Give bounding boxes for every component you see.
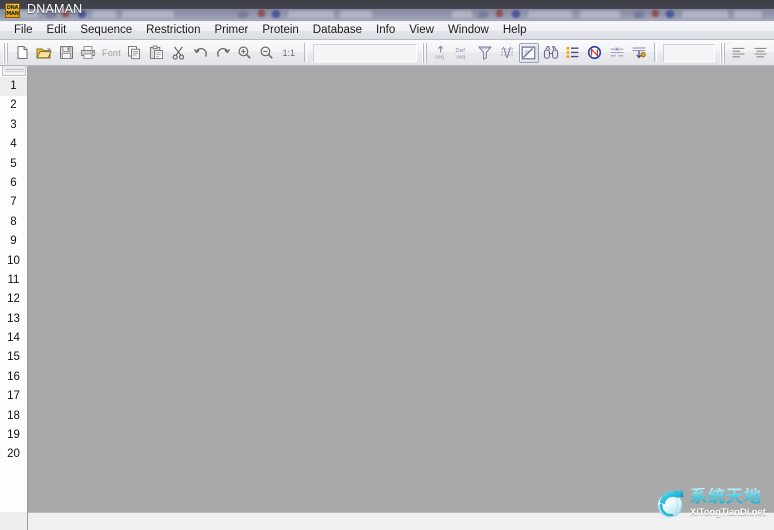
watermark-text: 系统天地 XiTongTianDi.net (690, 488, 770, 518)
toolbar-drag-grip-2[interactable] (421, 43, 428, 63)
toolbar-separator-1 (304, 43, 307, 62)
app-icon-line-2: MAN (6, 11, 18, 17)
gutter-scroll-handle[interactable] (2, 66, 26, 76)
paste-icon[interactable] (147, 43, 167, 63)
line-number[interactable]: 18 (0, 407, 27, 426)
open-folder-icon[interactable] (34, 43, 54, 63)
font-label[interactable]: Font (102, 48, 121, 58)
line-number[interactable]: 12 (0, 290, 27, 309)
line-number[interactable]: 3 (0, 116, 27, 135)
menu-database[interactable]: Database (306, 22, 369, 39)
menu-sequence[interactable]: Sequence (73, 22, 139, 39)
toolbar-empty-field-2[interactable] (663, 44, 715, 62)
watermark-en-label: XiTongTianDi.net (690, 507, 770, 518)
line-number[interactable]: 15 (0, 348, 27, 367)
menu-restriction[interactable]: Restriction (139, 22, 207, 39)
menu-help[interactable]: Help (496, 22, 534, 39)
window-title: DNAMAN (27, 2, 82, 16)
redo-arrow-icon[interactable] (213, 43, 233, 63)
new-document-icon[interactable] (12, 43, 32, 63)
globe-arrow-logo-icon (654, 486, 688, 520)
line-number[interactable]: 1 (0, 77, 27, 96)
copy-icon[interactable] (125, 43, 145, 63)
bottom-strip-gutter (0, 512, 28, 530)
print-icon[interactable] (78, 43, 98, 63)
main-toolbar: Font (0, 40, 774, 66)
toolbar-empty-field[interactable] (313, 44, 417, 62)
zoom-actual-size-icon[interactable]: 1:1 (279, 43, 299, 63)
dnaman-app-icon: DNA MAN (5, 3, 20, 18)
svg-text:Def: Def (456, 48, 467, 54)
line-number[interactable]: 2 (0, 96, 27, 115)
align-center-icon[interactable] (751, 43, 771, 63)
document-canvas[interactable] (29, 66, 774, 512)
watermark-cn-label: 系统天地 (690, 488, 770, 507)
toolbar-separator-2 (654, 43, 657, 62)
alignment-icon[interactable] (607, 43, 627, 63)
line-number[interactable]: 11 (0, 271, 27, 290)
menu-file[interactable]: File (7, 22, 40, 39)
cut-scissors-icon[interactable] (169, 43, 189, 63)
line-number[interactable]: 8 (0, 213, 27, 232)
line-number[interactable]: 19 (0, 426, 27, 445)
line-number[interactable]: 16 (0, 368, 27, 387)
menu-info[interactable]: Info (369, 22, 402, 39)
line-number[interactable]: 7 (0, 193, 27, 212)
line-number[interactable]: 4 (0, 135, 27, 154)
zoom-ratio-label: 1:1 (283, 48, 296, 58)
zoom-in-icon[interactable] (235, 43, 255, 63)
menu-primer[interactable]: Primer (207, 22, 255, 39)
line-number[interactable]: 5 (0, 155, 27, 174)
line-number[interactable]: 17 (0, 387, 27, 406)
line-number[interactable]: 9 (0, 232, 27, 251)
sequence-filter-icon[interactable] (475, 43, 495, 63)
line-number[interactable]: 14 (0, 329, 27, 348)
toolbar-drag-grip-3[interactable] (719, 43, 726, 63)
menu-bar: File Edit Sequence Restriction Primer Pr… (0, 22, 774, 40)
undo-arrow-icon[interactable] (191, 43, 211, 63)
line-number-gutter: 1 2 3 4 5 6 7 8 9 10 11 12 13 14 15 16 1… (0, 66, 28, 512)
workspace-area: 1 2 3 4 5 6 7 8 9 10 11 12 13 14 15 16 1… (0, 66, 774, 530)
translate-icon[interactable] (629, 43, 649, 63)
line-number[interactable]: 13 (0, 310, 27, 329)
line-number[interactable]: 6 (0, 174, 27, 193)
menu-edit[interactable]: Edit (40, 22, 74, 39)
zoom-out-icon[interactable] (257, 43, 277, 63)
title-bar[interactable]: DNA MAN DNAMAN (0, 0, 774, 22)
sequence-analysis-icon[interactable] (497, 43, 517, 63)
dnaman-application-window: DNA MAN DNAMAN File Edit Sequence Restri… (0, 0, 774, 530)
svg-text:seq: seq (457, 54, 466, 60)
watermark: 系统天地 XiTongTianDi.net (654, 482, 770, 524)
menu-protein[interactable]: Protein (255, 22, 305, 39)
save-disk-icon[interactable] (56, 43, 76, 63)
find-binoculars-icon[interactable] (541, 43, 561, 63)
menu-window[interactable]: Window (441, 22, 496, 39)
toolbar-drag-grip-1[interactable] (2, 43, 9, 63)
align-left-icon[interactable] (729, 43, 749, 63)
sequence-edit-icon[interactable] (519, 43, 539, 63)
svg-text:seq: seq (435, 54, 444, 60)
add-sequence-icon[interactable]: seq (431, 43, 451, 63)
line-number[interactable]: 10 (0, 252, 27, 271)
circular-plasmid-icon[interactable] (585, 43, 605, 63)
sequence-list-icon[interactable] (563, 43, 583, 63)
define-sequence-icon[interactable]: Def seq (453, 43, 473, 63)
menu-view[interactable]: View (402, 22, 441, 39)
line-number-list: 1 2 3 4 5 6 7 8 9 10 11 12 13 14 15 16 1… (0, 77, 27, 465)
line-number[interactable]: 20 (0, 445, 27, 464)
